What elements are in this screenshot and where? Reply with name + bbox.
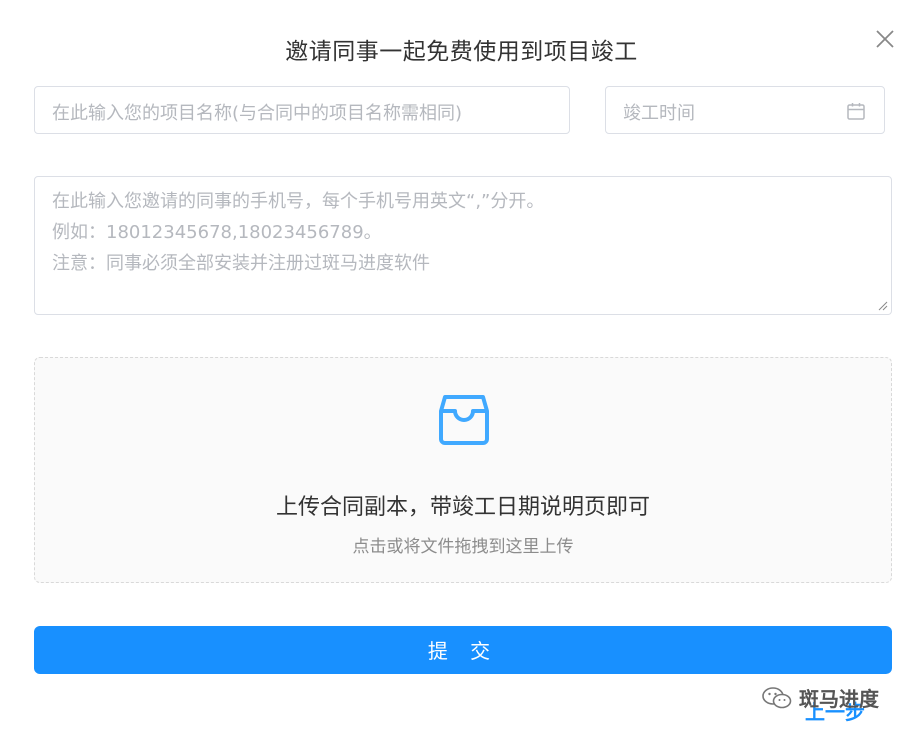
dialog-title: 邀请同事一起免费使用到项目竣工 [285, 39, 638, 65]
submit-button[interactable]: 提 交 [34, 626, 892, 674]
phones-placeholder-line: 注意：同事必须全部安装并注册过斑马进度软件 [52, 253, 430, 274]
completion-date-placeholder: 竣工时间 [623, 103, 695, 124]
watermark: 斑马进度 [761, 683, 879, 712]
inbox-icon [439, 395, 489, 445]
close-icon[interactable] [874, 28, 896, 50]
watermark-text: 斑马进度 [799, 687, 879, 711]
wechat-icon [762, 686, 792, 708]
calendar-icon [847, 103, 865, 120]
project-name-placeholder: 在此输入您的项目名称(与合同中的项目名称需相同) [52, 103, 463, 124]
phones-placeholder-line: 在此输入您邀请的同事的手机号，每个手机号用英文“,”分开。 [52, 191, 545, 212]
upload-dropzone[interactable]: 上传合同副本，带竣工日期说明页即可 点击或将文件拖拽到这里上传 [34, 357, 892, 583]
project-name-input[interactable]: 在此输入您的项目名称(与合同中的项目名称需相同) [34, 86, 570, 134]
resize-handle-icon[interactable] [877, 300, 888, 311]
upload-text: 上传合同副本，带竣工日期说明页即可 [275, 495, 650, 520]
phones-placeholder-line: 例如：18012345678,18023456789。 [52, 222, 382, 243]
upload-hint: 点击或将文件拖拽到这里上传 [352, 537, 574, 557]
phones-textarea[interactable]: 在此输入您邀请的同事的手机号，每个手机号用英文“,”分开。 例如：1801234… [34, 176, 892, 315]
completion-date-picker[interactable]: 竣工时间 [605, 86, 885, 134]
